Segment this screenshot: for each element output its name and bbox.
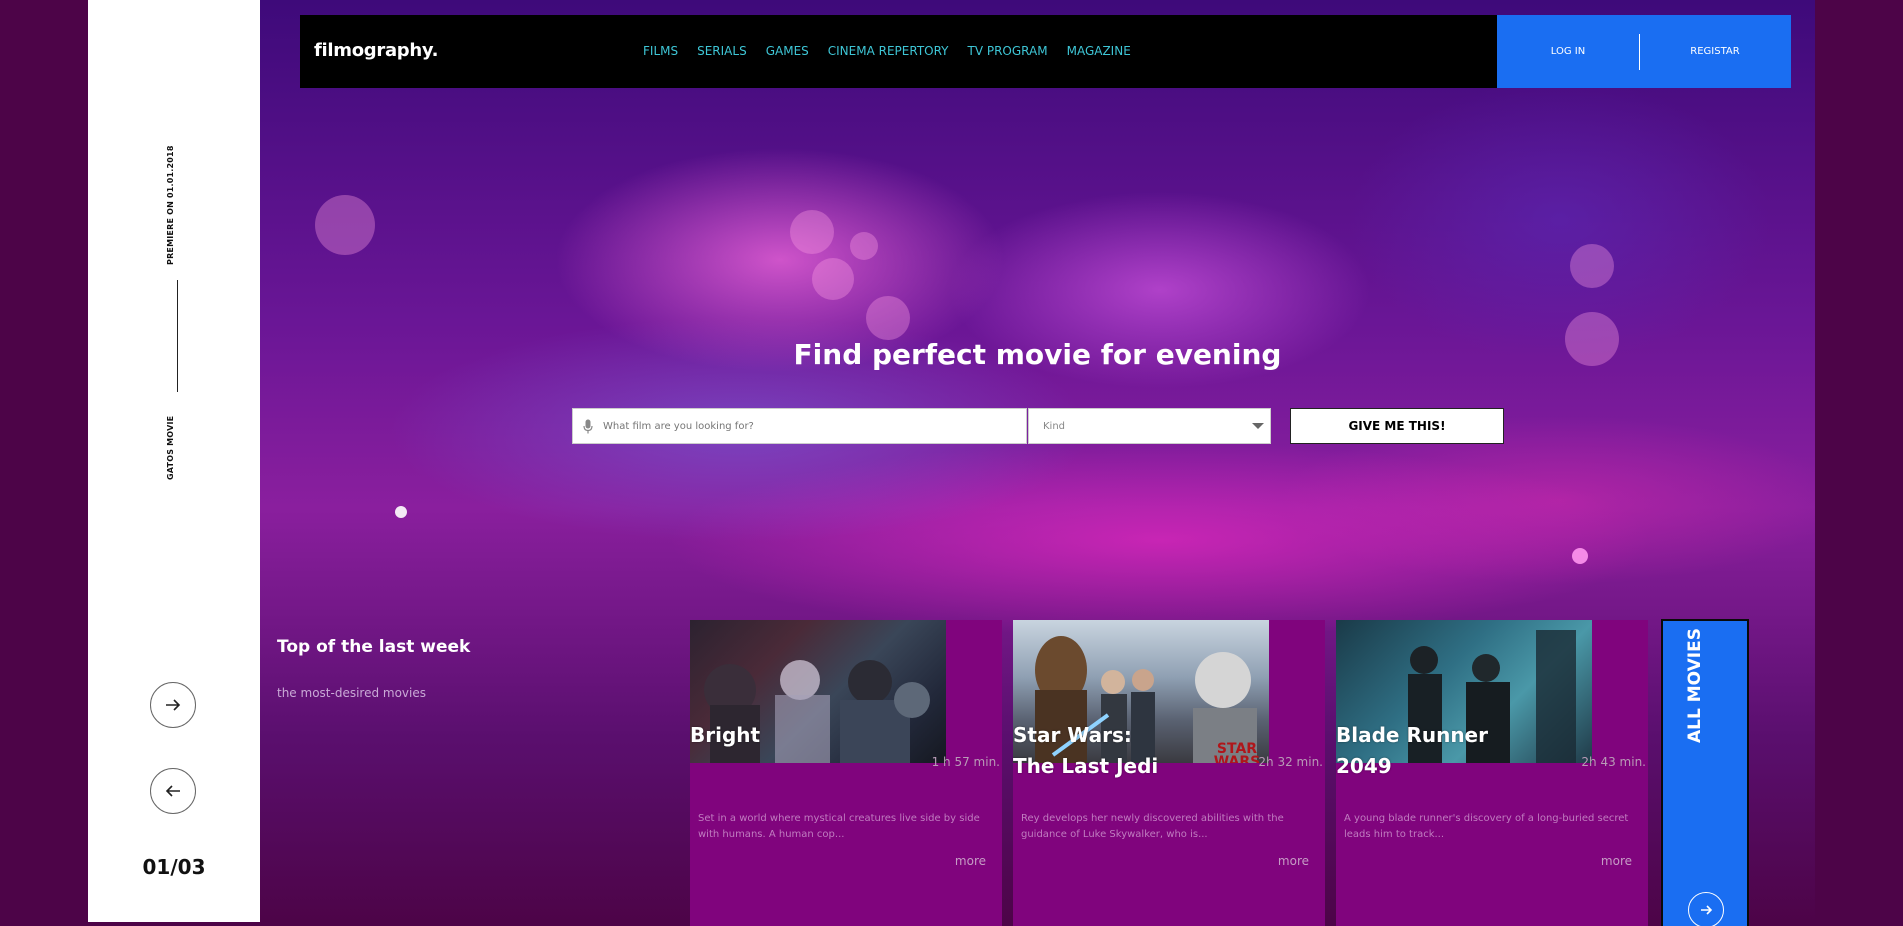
movie-title[interactable]: Blade Runner 2049	[1336, 720, 1488, 782]
next-slide-button[interactable]	[150, 682, 196, 728]
movie-title-line1: Bright	[690, 723, 761, 747]
search-submit-button[interactable]: GIVE ME THIS!	[1290, 408, 1504, 444]
movie-card[interactable]: Bright 1 h 57 min. Set in a world where …	[690, 620, 1002, 926]
nav-link-magazine[interactable]: MAGAZINE	[1067, 44, 1131, 58]
kind-dropdown-label: Kind	[1043, 420, 1066, 432]
arrow-right-icon[interactable]	[1688, 892, 1724, 926]
premiere-date-label: PREMIERE ON 01.01.2018	[166, 145, 175, 265]
movie-duration: 2h 32 min.	[1258, 755, 1323, 769]
nav-link-serials[interactable]: SERIALS	[697, 44, 747, 58]
more-link[interactable]: more	[955, 854, 986, 868]
movie-title-line1: Blade Runner	[1336, 723, 1488, 747]
login-button[interactable]: LOG IN	[1497, 46, 1639, 57]
movie-card[interactable]: STAR WARS Star Wars: The Last Jedi 2h 32…	[1013, 620, 1325, 926]
movie-title-line2: 2049	[1336, 754, 1392, 778]
more-link[interactable]: more	[1601, 854, 1632, 868]
svg-text:WARS: WARS	[1214, 754, 1261, 763]
microphone-icon[interactable]	[581, 417, 595, 435]
main-nav: FILMS SERIALS GAMES CINEMA REPERTORY TV …	[643, 44, 1150, 58]
register-button[interactable]: REGISTAR	[1640, 46, 1790, 57]
movie-description: Set in a world where mystical creatures …	[698, 813, 980, 840]
nav-link-cinema-repertory[interactable]: CINEMA REPERTORY	[828, 44, 949, 58]
arrow-left-icon	[165, 785, 180, 797]
movie-description: Rey develops her newly discovered abilit…	[1021, 813, 1284, 840]
movie-duration: 2h 43 min.	[1581, 755, 1646, 769]
movie-title[interactable]: Bright	[690, 720, 760, 751]
left-sidebar: PREMIERE ON 01.01.2018 GATOS MOVIE 01/03	[88, 0, 260, 922]
movie-description: A young blade runner's discovery of a lo…	[1344, 813, 1629, 840]
movie-duration: 1 h 57 min.	[931, 755, 1000, 769]
arrow-right-icon	[166, 699, 181, 711]
movie-title[interactable]: Star Wars: The Last Jedi	[1013, 720, 1158, 782]
search-input[interactable]	[603, 420, 1003, 432]
more-link[interactable]: more	[1278, 854, 1309, 868]
slide-counter: 01/03	[142, 855, 206, 879]
nav-link-films[interactable]: FILMS	[643, 44, 678, 58]
previous-slide-button[interactable]	[150, 768, 196, 814]
nav-link-games[interactable]: GAMES	[766, 44, 809, 58]
search-field[interactable]	[572, 408, 1027, 444]
movie-title-line2: The Last Jedi	[1013, 754, 1159, 778]
site-logo[interactable]: filmography.	[314, 40, 439, 61]
auth-panel: LOG IN REGISTAR	[1497, 15, 1791, 88]
kind-dropdown[interactable]: Kind	[1028, 408, 1271, 444]
caret-down-icon	[1252, 423, 1264, 429]
movie-title-line1: Star Wars:	[1013, 723, 1132, 747]
movie-card[interactable]: Blade Runner 2049 2h 43 min. A young bla…	[1336, 620, 1648, 926]
all-movies-button[interactable]: ALL MOVIES	[1661, 619, 1749, 926]
section-subtitle: the most-desired movies	[277, 686, 426, 700]
all-movies-label: ALL MOVIES	[1685, 628, 1705, 743]
section-title: Top of the last week	[277, 637, 471, 657]
hero-title: Find perfect movie for evening	[793, 338, 1282, 371]
top-navbar: filmography. FILMS SERIALS GAMES CINEMA …	[300, 15, 1791, 88]
sidebar-divider	[177, 280, 178, 392]
featured-movie-label: GATOS MOVIE	[166, 415, 175, 480]
nav-link-tv-program[interactable]: TV PROGRAM	[968, 44, 1048, 58]
